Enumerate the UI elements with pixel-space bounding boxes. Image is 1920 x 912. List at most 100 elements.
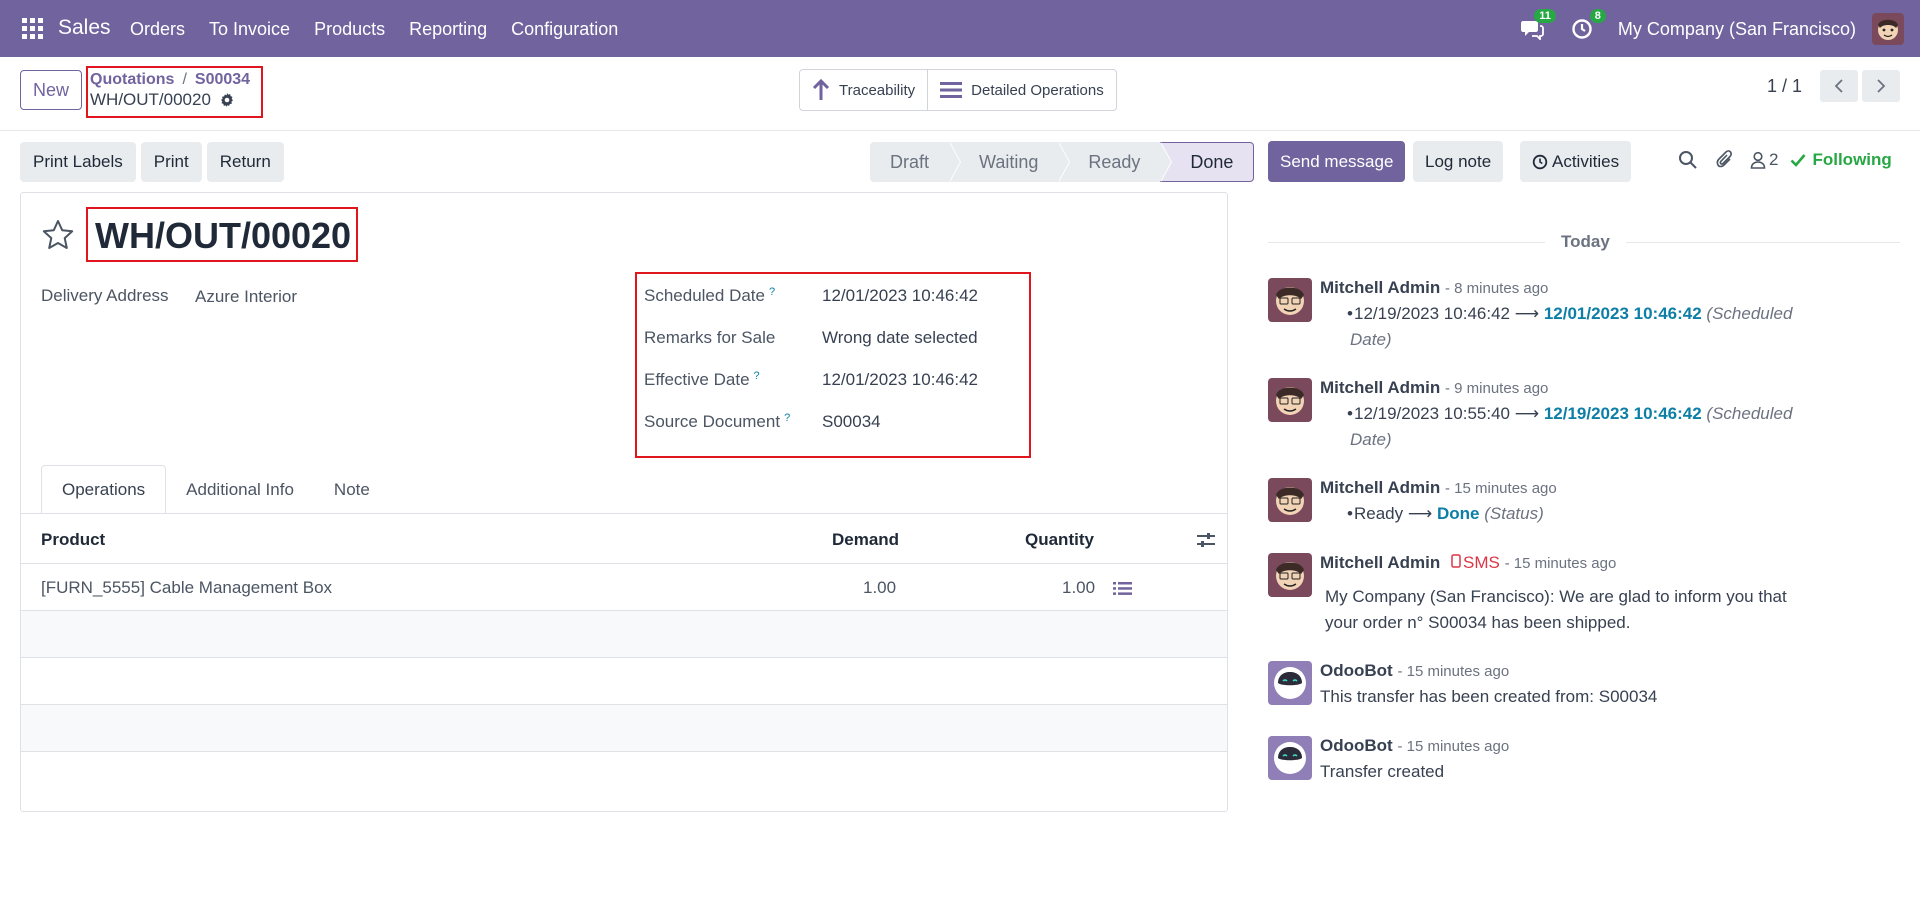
clock-icon [1572, 19, 1592, 39]
detail-list-icon[interactable] [1113, 581, 1132, 596]
star-icon[interactable] [41, 218, 75, 252]
breadcrumb-current: WH/OUT/00020 [90, 90, 211, 109]
return-button[interactable]: Return [206, 142, 284, 182]
log-note-button[interactable]: Log note [1413, 141, 1504, 182]
user-icon [1750, 151, 1766, 169]
tracking-value: 12/19/2023 10:55:40 ⟶ 12/19/2023 10:46:4… [1347, 404, 1792, 424]
scheduled-date-value[interactable]: 12/01/2023 10:46:42 [822, 286, 978, 306]
column-product[interactable]: Product [41, 530, 105, 550]
column-demand[interactable]: Demand [832, 530, 899, 550]
avatar[interactable] [1268, 378, 1312, 422]
breadcrumb-quotations[interactable]: Quotations [90, 71, 174, 88]
print-labels-button[interactable]: Print Labels [20, 142, 136, 182]
remarks-value[interactable]: Wrong date selected [822, 328, 978, 348]
user-avatar[interactable] [1872, 13, 1904, 45]
message-time: - 15 minutes ago [1397, 738, 1510, 755]
apps-grid-icon[interactable] [22, 18, 43, 39]
messages-button[interactable]: 11 [1518, 9, 1556, 43]
row-quantity: 1.00 [1062, 578, 1096, 597]
avatar[interactable] [1268, 736, 1312, 780]
message-author[interactable]: Mitchell Admin [1320, 278, 1440, 297]
clock-icon [1532, 154, 1548, 169]
avatar[interactable] [1268, 478, 1312, 522]
pager-next-button[interactable] [1862, 70, 1900, 102]
table-row-empty [21, 705, 1227, 752]
stage-draft[interactable]: Draft [870, 142, 962, 182]
source-link[interactable]: S00034 [1599, 687, 1658, 706]
breadcrumb-order[interactable]: S00034 [195, 71, 250, 88]
detailed-operations-button[interactable]: Detailed Operations [927, 70, 1116, 110]
record-title[interactable]: WH/OUT/00020 [95, 215, 351, 257]
message-author[interactable]: Mitchell Admin [1320, 553, 1440, 572]
breadcrumb: Quotations / S00034 WH/OUT/00020 [86, 66, 263, 118]
search-icon[interactable] [1678, 150, 1698, 170]
menu-to-invoice[interactable]: To Invoice [209, 19, 290, 40]
status-bar: Draft Waiting Ready Done [870, 142, 1255, 182]
row-product: [FURN_5555] Cable Management Box [41, 578, 333, 597]
new-button[interactable]: New [20, 70, 82, 110]
send-message-button[interactable]: Send message [1268, 141, 1406, 182]
source-document-value[interactable]: S00034 [822, 412, 881, 432]
message-body: Transfer created [1320, 762, 1445, 781]
tracking-value: 12/19/2023 10:46:42 ⟶ 12/01/2023 10:46:4… [1347, 304, 1792, 324]
company-switcher[interactable]: My Company (San Francisco) [1618, 19, 1856, 40]
message-author[interactable]: OdooBot [1320, 661, 1393, 680]
following-button[interactable]: Following [1790, 150, 1892, 170]
stage-ready[interactable]: Ready [1058, 142, 1173, 182]
up-arrow-icon [812, 79, 830, 100]
menu-reporting[interactable]: Reporting [409, 19, 487, 40]
message-author[interactable]: Mitchell Admin [1320, 378, 1440, 397]
smart-buttons: Traceability Detailed Operations [799, 69, 1117, 111]
gear-icon[interactable] [219, 92, 235, 108]
sliders-icon[interactable] [1196, 531, 1216, 549]
app-name[interactable]: Sales [58, 16, 111, 40]
print-button[interactable]: Print [140, 142, 202, 182]
table-row[interactable]: [FURN_5555] Cable Management Box 1.00 1.… [21, 564, 1227, 611]
pager-previous-button[interactable] [1820, 70, 1858, 102]
message-body: This transfer has been created from: S00… [1320, 687, 1658, 706]
operations-table: Product Demand Quantity [FURN_5555] Cabl… [21, 514, 1227, 752]
chatter-message: OdooBot - 15 minutes ago Transfer create… [1268, 736, 1900, 786]
record-title-box: WH/OUT/00020 [86, 207, 358, 262]
row-demand: 1.00 [863, 578, 897, 597]
paperclip-icon[interactable] [1716, 150, 1734, 170]
chatter-message: Mitchell Admin SMS - 15 minutes ago My C… [1268, 553, 1900, 633]
chatter-message: Mitchell Admin - 9 minutes ago 12/19/202… [1268, 378, 1900, 458]
activities-button-chatter[interactable]: Activities [1520, 141, 1632, 182]
phone-icon [1451, 554, 1461, 568]
list-icon [940, 82, 963, 98]
activities-badge: 8 [1589, 9, 1606, 23]
date-separator: Today [1545, 232, 1626, 252]
effective-date-help[interactable]: ? [754, 370, 760, 382]
traceability-button[interactable]: Traceability [800, 70, 927, 110]
avatar[interactable] [1268, 553, 1312, 597]
pager-value[interactable]: 1 / 1 [1767, 76, 1802, 97]
delivery-address-label: Delivery Address [41, 286, 169, 305]
column-quantity[interactable]: Quantity [1025, 530, 1094, 550]
tab-note[interactable]: Note [314, 465, 390, 514]
stage-waiting[interactable]: Waiting [949, 142, 1071, 182]
message-author[interactable]: OdooBot [1320, 736, 1393, 755]
activities-button[interactable]: 8 [1568, 9, 1606, 43]
effective-date-label: Effective Date? [644, 370, 760, 389]
stage-done[interactable]: Done [1160, 142, 1255, 182]
delivery-address-value[interactable]: Azure Interior [195, 287, 297, 307]
scheduled-date-help[interactable]: ? [769, 286, 775, 298]
chatter-tools: 2 Following [1678, 150, 1892, 170]
followers-button[interactable]: 2 [1750, 150, 1778, 170]
tracking-value: Ready ⟶ Done (Status) [1347, 504, 1544, 524]
source-document-label: Source Document? [644, 412, 791, 431]
message-time: - 9 minutes ago [1445, 380, 1549, 397]
message-time: - 15 minutes ago [1397, 663, 1510, 680]
message-author[interactable]: Mitchell Admin [1320, 478, 1440, 497]
avatar[interactable] [1268, 661, 1312, 705]
tab-additional-info[interactable]: Additional Info [166, 465, 314, 514]
message-time: - 15 minutes ago [1504, 555, 1617, 572]
tab-operations[interactable]: Operations [41, 465, 167, 514]
menu-products[interactable]: Products [314, 19, 385, 40]
table-row-empty [21, 658, 1227, 705]
avatar[interactable] [1268, 278, 1312, 322]
menu-orders[interactable]: Orders [130, 19, 185, 40]
menu-configuration[interactable]: Configuration [511, 19, 618, 40]
source-document-help[interactable]: ? [784, 412, 790, 424]
